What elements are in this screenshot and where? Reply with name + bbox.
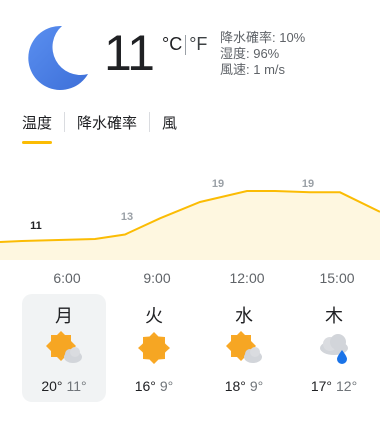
- tab-precipitation[interactable]: 降水確率: [77, 112, 137, 144]
- time-label: 15:00: [319, 270, 355, 286]
- temperature-value-label: 13: [121, 211, 133, 223]
- day-thursday[interactable]: 木 17° 12°: [292, 294, 376, 402]
- rain-cloud-icon: [320, 334, 348, 364]
- unit-divider: [185, 34, 187, 55]
- time-label: 6:00: [53, 270, 81, 286]
- moon-icon: [28, 25, 88, 90]
- tab-divider: [64, 112, 66, 132]
- time-axis: 6:00 9:00 12:00 15:00: [0, 270, 380, 288]
- day-tuesday[interactable]: 火 16° 9°: [112, 294, 196, 402]
- day-temps: 17° 12°: [292, 378, 376, 394]
- sunny-icon: [138, 332, 170, 364]
- day-name: 月: [55, 306, 73, 326]
- high-temp: 20°: [41, 378, 63, 394]
- temperature-value-label: 11: [30, 220, 42, 232]
- day-name: 水: [235, 306, 253, 326]
- humidity-text: 湿度: 96%: [220, 46, 280, 61]
- day-name: 火: [145, 306, 163, 326]
- high-temp: 18°: [224, 378, 246, 394]
- low-temp: 11°: [66, 378, 87, 394]
- daily-forecast: 月 20° 11° 火 16° 9° 水 18° 9° 木 17° 12°: [22, 294, 380, 402]
- wind-text: 風速: 1 m/s: [220, 62, 286, 77]
- time-label: 12:00: [229, 270, 265, 286]
- day-name: 木: [325, 306, 343, 326]
- day-wednesday[interactable]: 水 18° 9°: [202, 294, 286, 402]
- low-temp: 9°: [249, 378, 264, 394]
- day-temps: 20° 11°: [22, 378, 106, 394]
- partly-cloudy-icon: [46, 331, 82, 363]
- partly-cloudy-icon: [226, 331, 262, 363]
- current-temperature: 11: [104, 25, 155, 81]
- celsius-button[interactable]: °C: [162, 34, 182, 55]
- low-temp: 9°: [159, 378, 174, 394]
- high-temp: 17°: [310, 378, 332, 394]
- day-temps: 16° 9°: [112, 378, 196, 394]
- temperature-chart: 11 13 19 19: [0, 178, 380, 260]
- precipitation-text: 降水確率: 10%: [220, 30, 306, 45]
- temperature-value-label: 19: [212, 178, 224, 190]
- time-label: 9:00: [143, 270, 171, 286]
- chart-tabs: 温度 降水確率 風: [22, 112, 177, 144]
- weather-details: 降水確率: 10% 湿度: 96% 風速: 1 m/s: [220, 30, 305, 78]
- tab-divider: [149, 112, 151, 132]
- unit-toggle: °C °F: [162, 34, 207, 55]
- high-temp: 16°: [134, 378, 156, 394]
- temperature-value-label: 19: [302, 178, 314, 190]
- tab-wind[interactable]: 風: [162, 112, 177, 144]
- tab-temperature[interactable]: 温度: [22, 112, 53, 144]
- day-monday[interactable]: 月 20° 11°: [22, 294, 106, 402]
- low-temp: 12°: [336, 378, 358, 394]
- day-temps: 18° 9°: [202, 378, 286, 394]
- fahrenheit-button[interactable]: °F: [189, 34, 207, 55]
- temperature-area: [0, 191, 380, 260]
